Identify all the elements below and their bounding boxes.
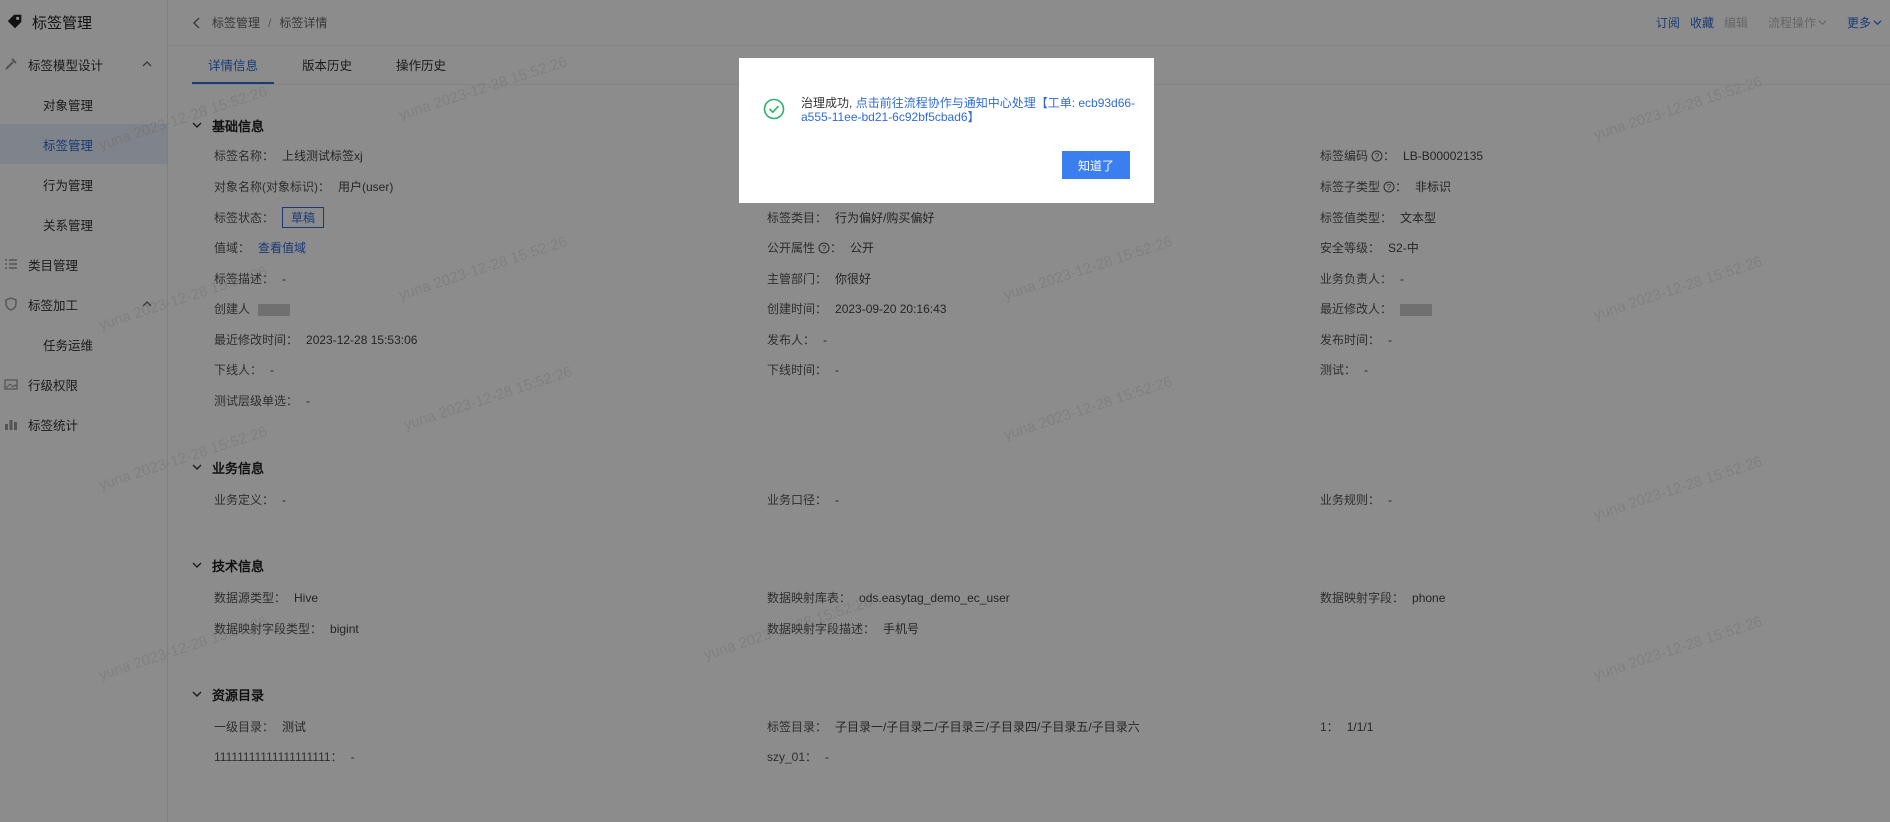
got-it-button[interactable]: 知道了 — [1062, 151, 1130, 179]
check-circle-icon — [763, 98, 785, 120]
dialog-message-text: 治理成功, — [801, 96, 853, 110]
workflow-center-link[interactable]: 点击前往流程协作与通知中心处理【工单: ecb93d66-a555-11ee-b… — [801, 96, 1135, 124]
success-dialog: 治理成功, 点击前往流程协作与通知中心处理【工单: ecb93d66-a555-… — [739, 58, 1154, 203]
dialog-message: 治理成功, 点击前往流程协作与通知中心处理【工单: ecb93d66-a555-… — [801, 96, 1141, 124]
